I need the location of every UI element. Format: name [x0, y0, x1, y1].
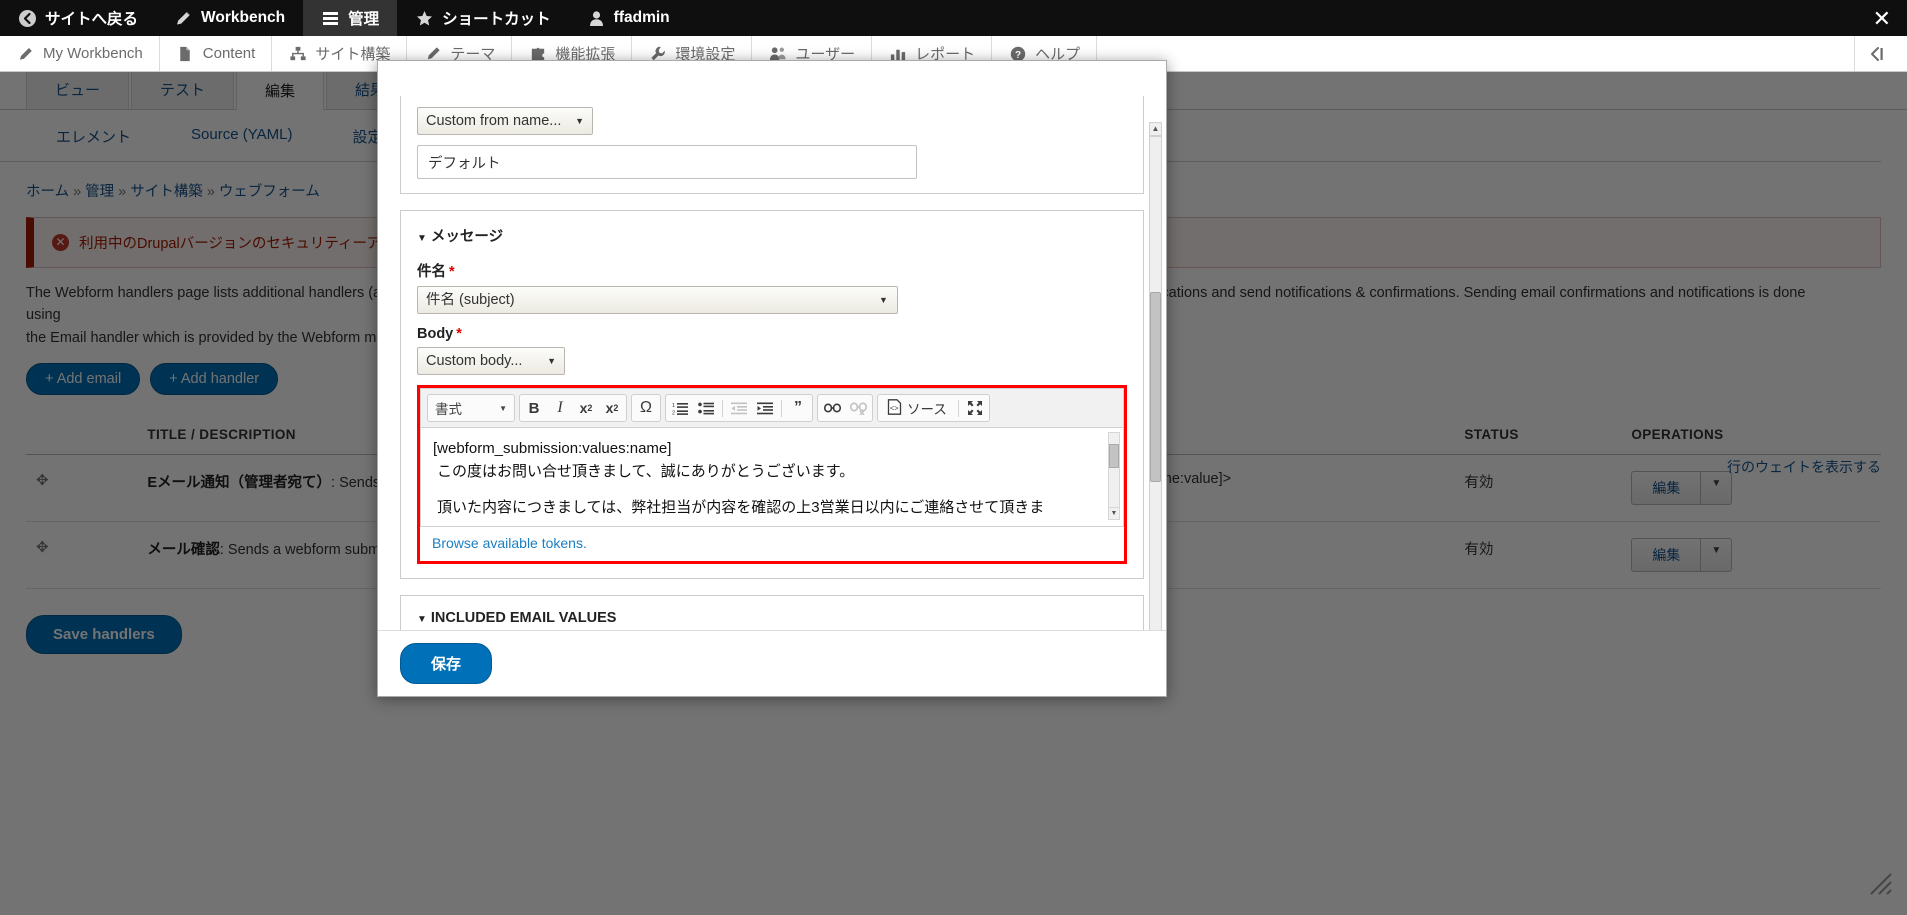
text-style-group: B I x2 x2 — [519, 394, 627, 422]
caret-down-icon: ▼ — [417, 233, 427, 244]
toolbar-label: サイトへ戻る — [45, 11, 139, 28]
source-icon: <> — [887, 398, 902, 418]
numbered-list-icon[interactable]: 12 — [667, 396, 693, 420]
bold-icon[interactable]: B — [521, 396, 547, 420]
toolbar-label: Workbench — [201, 9, 286, 26]
from-name-input[interactable] — [417, 145, 917, 179]
editor-scrollbar-thumb[interactable] — [1109, 444, 1119, 468]
svg-text:2: 2 — [672, 410, 675, 416]
format-combo-label: 書式 — [435, 402, 462, 417]
admin-toolbar: サイトへ戻る Workbench 管理 ショートカット ffadmin — [0, 0, 1907, 36]
svg-text:1: 1 — [672, 403, 675, 409]
menu-spacer — [1097, 36, 1855, 71]
body-label-text: Body — [417, 326, 454, 342]
svg-text:?: ? — [1015, 49, 1021, 60]
toolbar-label: ショートカット — [442, 11, 551, 28]
user-icon — [587, 9, 606, 28]
link-group — [817, 394, 873, 422]
source-group: <> ソース — [877, 394, 990, 422]
included-email-values-legend-label: INCLUDED EMAIL VALUES — [430, 610, 617, 626]
close-icon[interactable]: ✕ — [1873, 8, 1891, 30]
superscript-icon[interactable]: x2 — [599, 396, 625, 420]
menu-label: My Workbench — [43, 45, 143, 62]
toolbar-separator — [781, 399, 782, 417]
toolbar-item-manage[interactable]: 管理 — [303, 0, 398, 36]
modal-scrollbar-thumb[interactable] — [1150, 292, 1161, 482]
outdent-icon[interactable] — [726, 396, 752, 420]
source-button[interactable]: <> ソース — [879, 396, 955, 420]
subject-select-wrap[interactable]: 件名 (subject) ▼ — [417, 286, 1127, 314]
menu-label: Content — [202, 45, 256, 62]
blockquote-icon[interactable]: ” — [785, 396, 811, 420]
included-email-values-fieldset: ▼INCLUDED EMAIL VALUES TITLE 名前 TYPE — [400, 595, 1144, 630]
subject-label-text: 件名 — [417, 264, 446, 280]
maximize-icon[interactable] — [962, 396, 988, 420]
link-icon[interactable] — [819, 396, 845, 420]
document-icon — [176, 44, 195, 63]
pencil-icon — [16, 44, 35, 63]
svg-text:<>: <> — [890, 403, 899, 412]
editor-line-1: [webform_submission:values:name] — [433, 440, 672, 457]
subject-label: 件名 * — [417, 260, 1127, 281]
editor-scroll-down-arrow[interactable]: ▼ — [1108, 507, 1120, 520]
toolbar-item-workbench[interactable]: Workbench — [156, 0, 303, 36]
menu-item-content[interactable]: Content — [160, 36, 273, 71]
format-combo-group: 書式 ▼ — [427, 394, 515, 422]
star-icon — [415, 9, 434, 28]
required-marker: * — [449, 264, 455, 280]
bulleted-list-icon[interactable] — [693, 396, 719, 420]
modal-footer: 保存 — [378, 630, 1166, 696]
message-legend[interactable]: ▼ メッセージ — [417, 225, 1127, 246]
chevron-down-icon: ▼ — [499, 403, 507, 413]
toolbar-separator — [957, 399, 959, 417]
toolbar-separator — [722, 399, 723, 417]
format-combo[interactable]: 書式 ▼ — [429, 396, 513, 420]
sitemap-icon — [288, 44, 307, 63]
toolbar-item-shortcuts[interactable]: ショートカット — [397, 0, 569, 36]
message-fieldset: ▼ メッセージ 件名 * 件名 (subject) ▼ Body * Custom b… — [400, 210, 1144, 579]
from-name-fieldset: Custom from name... ▼ — [400, 96, 1144, 194]
collapse-toolbar-icon[interactable] — [1855, 36, 1907, 71]
special-char-group: Ω — [631, 394, 661, 422]
ckeditor: 書式 ▼ B I x2 x2 Ω 1 2 ” <> ソース [webform_s… — [420, 388, 1124, 527]
from-name-select[interactable]: Custom from name... — [417, 107, 593, 135]
special-char-icon[interactable]: Ω — [633, 396, 659, 420]
source-label: ソース — [907, 402, 947, 417]
save-button[interactable]: 保存 — [400, 643, 493, 684]
toolbar-item-user[interactable]: ffadmin — [569, 0, 688, 36]
toolbar-label: 管理 — [348, 11, 380, 28]
back-circle-icon — [18, 9, 37, 28]
caret-down-icon: ▼ — [417, 614, 427, 625]
editor-line-2: この度はお問い合せ頂きまして、誠にありがとうございます。 — [437, 463, 855, 481]
modal-body: Custom from name... ▼ ▼メッセージ 件名* 件名 (sub… — [378, 96, 1166, 630]
ckeditor-toolbar: 書式 ▼ B I x2 x2 Ω 1 2 ” <> ソース — [421, 389, 1123, 428]
hamburger-icon — [321, 9, 340, 28]
unlink-icon[interactable] — [845, 396, 871, 420]
toolbar-item-back-to-site[interactable]: サイトへ戻る — [0, 0, 156, 36]
subscript-icon[interactable]: x2 — [573, 396, 599, 420]
body-select-wrap[interactable]: Custom body... ▼ — [417, 347, 565, 375]
required-marker: * — [456, 326, 462, 342]
edit-handler-dialog: Custom from name... ▼ ▼メッセージ 件名* 件名 (sub… — [377, 60, 1167, 697]
editor-blank-line — [433, 484, 1111, 496]
from-name-select-wrap[interactable]: Custom from name... ▼ — [417, 107, 593, 135]
body-label: Body * — [417, 326, 1127, 342]
browse-tokens-link[interactable]: Browse available tokens. — [420, 527, 1124, 561]
body-select[interactable]: Custom body... — [417, 347, 565, 375]
body-editor-highlight: 書式 ▼ B I x2 x2 Ω 1 2 ” <> ソース [webform_s… — [417, 385, 1127, 564]
message-legend-label: メッセージ — [430, 229, 504, 245]
ckeditor-content-area[interactable]: [webform_submission:values:name] この度はお問い… — [421, 428, 1123, 526]
included-email-values-legend[interactable]: ▼ INCLUDED EMAIL VALUES — [417, 610, 1127, 626]
italic-icon[interactable]: I — [547, 396, 573, 420]
modal-scroll-up-arrow[interactable]: ▲ — [1149, 122, 1162, 136]
menu-item-my-workbench[interactable]: My Workbench — [0, 36, 160, 71]
toolbar-label: ffadmin — [613, 9, 670, 26]
list-indent-group: 12 ” — [665, 394, 813, 422]
indent-icon[interactable] — [752, 396, 778, 420]
subject-select[interactable]: 件名 (subject) — [417, 286, 898, 314]
pencil-icon — [174, 9, 193, 28]
editor-line-3: 頂いた内容につきましては、弊社担当が内容を確認の上3営業日以内にご連絡させて頂き… — [437, 498, 1045, 516]
